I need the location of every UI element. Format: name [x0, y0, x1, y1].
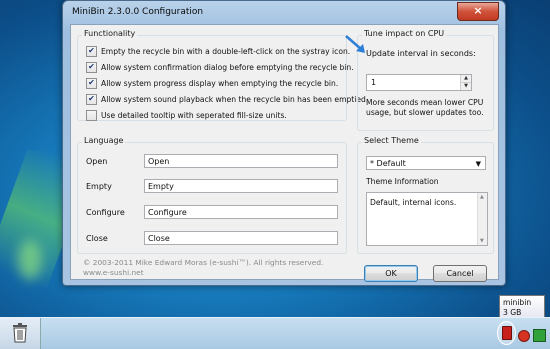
option-label: Empty the recycle bin with a double-left… [101, 46, 351, 56]
close-text-field[interactable]: Close [144, 231, 338, 245]
recycle-bin-icon [13, 323, 27, 343]
cpu-title: Tune impact on CPU [362, 29, 447, 38]
theme-info-scrollbar[interactable]: ▲ ▼ [477, 193, 487, 245]
option-progress-display[interactable]: ✔ Allow system progress display when emp… [86, 77, 338, 89]
interval-label: Update interval in seconds: [366, 49, 476, 58]
ok-button[interactable]: OK [364, 265, 418, 282]
interval-spinner[interactable]: 1 ▲ ▼ [366, 74, 472, 91]
scroll-up-icon[interactable]: ▲ [480, 194, 484, 200]
option-label: Allow system progress display when empty… [101, 78, 339, 88]
checkbox-confirm-dialog[interactable]: ✔ [86, 61, 97, 73]
spinner-up-icon[interactable]: ▲ [461, 75, 471, 83]
option-label: Allow system confirmation dialog before … [101, 62, 354, 72]
spinner-buttons: ▲ ▼ [460, 75, 471, 90]
spinner-down-icon[interactable]: ▼ [461, 83, 471, 90]
language-label-configure: Configure [86, 208, 125, 217]
website-link[interactable]: www.e-sushi.net [83, 268, 144, 277]
tooltip-app-name: minibin [503, 298, 532, 307]
title-bar[interactable]: MiniBin 2.3.0.0 Configuration × [63, 1, 505, 25]
language-label-open: Open [86, 157, 108, 166]
minibin-tray-icon[interactable] [497, 321, 516, 345]
scroll-down-icon[interactable]: ▼ [480, 238, 484, 244]
theme-title: Select Theme [362, 136, 421, 145]
language-title: Language [82, 136, 126, 145]
option-detailed-tooltip[interactable]: Use detailed tooltip with seperated fill… [86, 109, 287, 121]
tray-bin-icon [502, 326, 512, 340]
theme-selected-value: * Default [370, 159, 406, 168]
checkbox-detailed-tooltip[interactable] [86, 109, 97, 121]
taskbar [0, 317, 550, 349]
tray-network-icon[interactable] [533, 329, 546, 342]
language-label-empty: Empty [86, 182, 112, 191]
theme-info-box[interactable]: Default, internal icons. ▲ ▼ [366, 192, 488, 246]
cancel-button[interactable]: Cancel [433, 265, 487, 282]
option-confirm-dialog[interactable]: ✔ Allow system confirmation dialog befor… [86, 61, 354, 73]
theme-group: Select Theme * Default ▼ Theme Informati… [357, 136, 494, 254]
option-sound-playback[interactable]: ✔ Allow system sound playback when the r… [86, 93, 368, 105]
cpu-note-line2: usage, but slower updates too. [366, 108, 484, 117]
dialog-body: Functionality ✔ Empty the recycle bin wi… [70, 24, 499, 282]
open-text-field[interactable]: Open [144, 154, 338, 168]
theme-info-label: Theme Information [366, 177, 439, 186]
window-title: MiniBin 2.3.0.0 Configuration [72, 7, 204, 17]
configure-text-field[interactable]: Configure [144, 205, 338, 219]
theme-info-text: Default, internal icons. [370, 198, 457, 207]
language-group: Language Open Open Empty Empty Configure… [77, 136, 347, 254]
annotation-arrow-icon [345, 35, 365, 53]
checkbox-progress-display[interactable]: ✔ [86, 77, 97, 89]
option-label: Use detailed tooltip with seperated fill… [101, 110, 287, 120]
functionality-title: Functionality [82, 29, 138, 38]
close-button[interactable]: × [457, 2, 499, 21]
checkbox-sound-playback[interactable]: ✔ [86, 93, 97, 105]
config-window: MiniBin 2.3.0.0 Configuration × Function… [62, 0, 506, 286]
checkbox-doubleclick-empty[interactable]: ✔ [86, 45, 97, 57]
taskbar-recycle-bin-button[interactable] [0, 318, 41, 349]
interval-value[interactable]: 1 [371, 78, 376, 87]
desktop-wallpaper-glow [18, 240, 42, 280]
theme-select[interactable]: * Default ▼ [366, 156, 486, 170]
cpu-note-line1: More seconds mean lower CPU [366, 98, 484, 107]
tray-status-icon[interactable] [518, 330, 530, 342]
empty-text-field[interactable]: Empty [144, 179, 338, 193]
dropdown-arrow-icon[interactable]: ▼ [476, 157, 481, 171]
functionality-group: Functionality ✔ Empty the recycle bin wi… [77, 29, 368, 121]
option-label: Allow system sound playback when the rec… [101, 94, 369, 104]
language-label-close: Close [86, 234, 108, 243]
copyright-text: © 2003-2011 Mike Edward Moras (e-sushi™)… [83, 258, 324, 267]
option-doubleclick-empty[interactable]: ✔ Empty the recycle bin with a double-le… [86, 45, 350, 57]
cpu-group: Tune impact on CPU Update interval in se… [357, 29, 494, 131]
